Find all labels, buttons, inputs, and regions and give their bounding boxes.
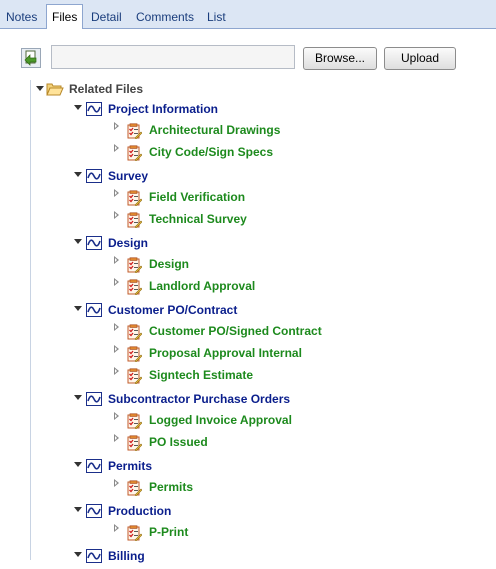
file-checklist-icon bbox=[126, 212, 143, 234]
file-checklist-icon bbox=[126, 368, 143, 390]
expand-arrow-open-icon[interactable] bbox=[74, 105, 82, 110]
tree-category-design[interactable]: Design bbox=[0, 233, 496, 253]
file-checklist-icon bbox=[126, 279, 143, 301]
tree-root-row[interactable]: Related Files bbox=[0, 79, 496, 99]
file-label: Technical Survey bbox=[149, 212, 247, 226]
expand-arrow-closed-icon[interactable] bbox=[114, 189, 119, 197]
tree-file-p-print[interactable]: P-Print bbox=[0, 522, 496, 542]
expand-arrow-open-icon[interactable] bbox=[74, 462, 82, 467]
expand-arrow-closed-icon[interactable] bbox=[114, 256, 119, 264]
expand-arrow-closed-icon[interactable] bbox=[114, 144, 119, 152]
tab-files[interactable]: Files bbox=[46, 4, 84, 29]
category-wave-icon bbox=[86, 169, 102, 189]
tree-category-survey[interactable]: Survey bbox=[0, 166, 496, 186]
expand-arrow-closed-icon[interactable] bbox=[114, 278, 119, 286]
category-label: Permits bbox=[108, 459, 153, 473]
expand-arrow-closed-icon[interactable] bbox=[114, 345, 119, 353]
browse-button[interactable]: Browse... bbox=[303, 47, 377, 70]
expand-arrow-open-icon[interactable] bbox=[74, 172, 82, 177]
tab-comments[interactable]: Comments bbox=[136, 6, 194, 28]
file-path-input[interactable] bbox=[51, 45, 295, 69]
expand-arrow-closed-icon[interactable] bbox=[114, 323, 119, 331]
file-label: Design bbox=[149, 257, 190, 271]
file-label: Proposal Approval Internal bbox=[149, 346, 302, 360]
tab-bar: Notes Files Detail Comments List bbox=[0, 0, 496, 29]
category-label: Project Information bbox=[108, 102, 219, 116]
tree-file-architectural-drawings[interactable]: Architectural Drawings bbox=[0, 120, 496, 140]
tab-detail[interactable]: Detail bbox=[91, 6, 122, 28]
category-wave-icon bbox=[86, 392, 102, 412]
tree-file-city-code-sign-specs[interactable]: City Code/Sign Specs bbox=[0, 142, 496, 162]
upload-button[interactable]: Upload bbox=[384, 47, 456, 70]
tree-category-permits[interactable]: Permits bbox=[0, 456, 496, 476]
file-checklist-icon bbox=[126, 435, 143, 457]
expand-arrow-open-icon[interactable] bbox=[36, 86, 44, 91]
file-label: PO Issued bbox=[149, 435, 208, 449]
file-label: Signtech Estimate bbox=[149, 368, 254, 382]
category-label: Design bbox=[108, 236, 149, 250]
tree-file-logged-invoice-approval[interactable]: Logged Invoice Approval bbox=[0, 410, 496, 430]
category-wave-icon bbox=[86, 236, 102, 256]
file-label: Logged Invoice Approval bbox=[149, 413, 292, 427]
category-label: Customer PO/Contract bbox=[108, 303, 238, 317]
tree-file-customer-po-signed-contract[interactable]: Customer PO/Signed Contract bbox=[0, 321, 496, 341]
file-label: Landlord Approval bbox=[149, 279, 256, 293]
tree-category-subcontractor-purchase-orders[interactable]: Subcontractor Purchase Orders bbox=[0, 389, 496, 409]
file-checklist-icon bbox=[126, 480, 143, 502]
tree-category-project-information[interactable]: Project Information bbox=[0, 99, 496, 119]
category-wave-icon bbox=[86, 459, 102, 479]
expand-arrow-closed-icon[interactable] bbox=[114, 412, 119, 420]
tree-category-customer-po-contract[interactable]: Customer PO/Contract bbox=[0, 300, 496, 320]
category-wave-icon bbox=[86, 303, 102, 323]
file-label: P-Print bbox=[149, 525, 189, 539]
tree-file-proposal-approval-internal[interactable]: Proposal Approval Internal bbox=[0, 343, 496, 363]
category-label: Billing bbox=[108, 549, 145, 563]
upload-file-button[interactable] bbox=[21, 48, 41, 68]
category-wave-icon bbox=[86, 504, 102, 524]
tab-notes[interactable]: Notes bbox=[6, 6, 37, 28]
expand-arrow-open-icon[interactable] bbox=[74, 306, 82, 311]
file-checklist-icon bbox=[126, 525, 143, 547]
expand-arrow-open-icon[interactable] bbox=[74, 239, 82, 244]
expand-arrow-closed-icon[interactable] bbox=[114, 479, 119, 487]
file-label: Field Verification bbox=[149, 190, 246, 204]
file-label: Customer PO/Signed Contract bbox=[149, 324, 322, 338]
tree-file-technical-survey[interactable]: Technical Survey bbox=[0, 209, 496, 229]
category-label: Production bbox=[108, 504, 172, 518]
tree-category-production[interactable]: Production bbox=[0, 501, 496, 521]
tree-file-design[interactable]: Design bbox=[0, 254, 496, 274]
expand-arrow-closed-icon[interactable] bbox=[114, 122, 119, 130]
tree-file-permits[interactable]: Permits bbox=[0, 477, 496, 497]
tree-category-billing[interactable]: Billing bbox=[0, 546, 496, 566]
tree-file-signtech-estimate[interactable]: Signtech Estimate bbox=[0, 365, 496, 385]
expand-arrow-closed-icon[interactable] bbox=[114, 524, 119, 532]
expand-arrow-open-icon[interactable] bbox=[74, 552, 82, 557]
tab-list[interactable]: List bbox=[207, 6, 226, 28]
category-label: Subcontractor Purchase Orders bbox=[108, 392, 291, 406]
expand-arrow-open-icon[interactable] bbox=[74, 395, 82, 400]
file-checklist-icon bbox=[126, 145, 143, 167]
category-wave-icon bbox=[86, 549, 102, 569]
category-wave-icon bbox=[86, 102, 102, 122]
file-label: Architectural Drawings bbox=[149, 123, 281, 137]
tree-file-field-verification[interactable]: Field Verification bbox=[0, 187, 496, 207]
tree-root-label: Related Files bbox=[69, 82, 144, 96]
upload-file-icon bbox=[24, 50, 37, 66]
file-label: Permits bbox=[149, 480, 194, 494]
expand-arrow-closed-icon[interactable] bbox=[114, 434, 119, 442]
tree-file-po-issued[interactable]: PO Issued bbox=[0, 432, 496, 452]
expand-arrow-open-icon[interactable] bbox=[74, 507, 82, 512]
file-label: City Code/Sign Specs bbox=[149, 145, 274, 159]
tree-file-landlord-approval[interactable]: Landlord Approval bbox=[0, 276, 496, 296]
expand-arrow-closed-icon[interactable] bbox=[114, 367, 119, 375]
category-label: Survey bbox=[108, 169, 149, 183]
expand-arrow-closed-icon[interactable] bbox=[114, 211, 119, 219]
